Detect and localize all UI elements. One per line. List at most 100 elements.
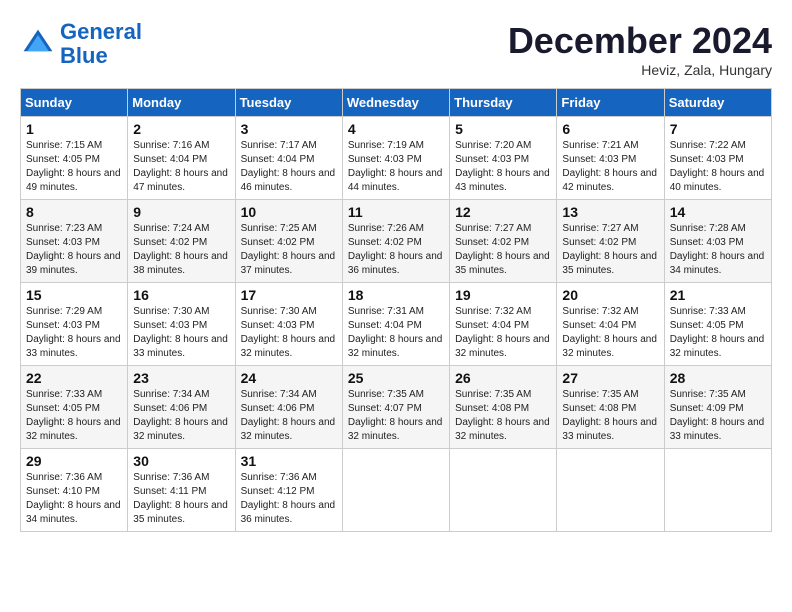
day-info: Sunrise: 7:32 AM Sunset: 4:04 PM Dayligh…	[455, 305, 551, 361]
header-cell-sunday: Sunday	[21, 89, 128, 117]
day-cell: 15Sunrise: 7:29 AM Sunset: 4:03 PM Dayli…	[21, 283, 128, 366]
day-cell: 11 Sunrise: 7:26 AM Sunset: 4:02 PM Dayli…	[342, 200, 449, 283]
day-number: 5	[455, 121, 551, 137]
day-number: 24	[241, 370, 337, 386]
day-cell: 3 Sunrise: 7:17 AM Sunset: 4:04 PM Daylig…	[235, 117, 342, 200]
day-info: Sunrise: 7:32 AM Sunset: 4:04 PM Dayligh…	[562, 305, 658, 361]
day-info: Sunrise: 7:36 AM Sunset: 4:12 PM Dayligh…	[241, 471, 337, 527]
day-cell: 27Sunrise: 7:35 AM Sunset: 4:08 PM Dayli…	[557, 366, 664, 449]
day-number: 22	[26, 370, 122, 386]
logo-icon	[20, 26, 56, 62]
day-number: 20	[562, 287, 658, 303]
day-cell: 31 Sunrise: 7:36 AM Sunset: 4:12 PM Dayli…	[235, 449, 342, 532]
day-cell: 5 Sunrise: 7:20 AM Sunset: 4:03 PM Daylig…	[450, 117, 557, 200]
day-number: 6	[562, 121, 658, 137]
day-info: Sunrise: 7:27 AM Sunset: 4:02 PM Dayligh…	[455, 222, 551, 278]
day-cell: 1 Sunrise: 7:15 AM Sunset: 4:05 PM Daylig…	[21, 117, 128, 200]
day-number: 23	[133, 370, 229, 386]
day-number: 25	[348, 370, 444, 386]
day-number: 8	[26, 204, 122, 220]
day-number: 19	[455, 287, 551, 303]
day-info: Sunrise: 7:35 AM Sunset: 4:07 PM Dayligh…	[348, 388, 444, 444]
logo-line1: General	[60, 19, 142, 44]
day-info: Sunrise: 7:19 AM Sunset: 4:03 PM Dayligh…	[348, 139, 444, 195]
day-info: Sunrise: 7:15 AM Sunset: 4:05 PM Dayligh…	[26, 139, 122, 195]
day-cell: 18Sunrise: 7:31 AM Sunset: 4:04 PM Dayli…	[342, 283, 449, 366]
logo: General Blue	[20, 20, 142, 68]
day-info: Sunrise: 7:28 AM Sunset: 4:03 PM Dayligh…	[670, 222, 766, 278]
day-number: 28	[670, 370, 766, 386]
day-number: 7	[670, 121, 766, 137]
day-info: Sunrise: 7:16 AM Sunset: 4:04 PM Dayligh…	[133, 139, 229, 195]
day-cell: 8 Sunrise: 7:23 AM Sunset: 4:03 PM Daylig…	[21, 200, 128, 283]
day-cell: 6Sunrise: 7:21 AM Sunset: 4:03 PM Daylig…	[557, 117, 664, 200]
day-number: 4	[348, 121, 444, 137]
day-cell: 10Sunrise: 7:25 AM Sunset: 4:02 PM Dayli…	[235, 200, 342, 283]
header-cell-saturday: Saturday	[664, 89, 771, 117]
day-info: Sunrise: 7:33 AM Sunset: 4:05 PM Dayligh…	[26, 388, 122, 444]
logo-line2: Blue	[60, 43, 108, 68]
day-info: Sunrise: 7:34 AM Sunset: 4:06 PM Dayligh…	[241, 388, 337, 444]
header-cell-friday: Friday	[557, 89, 664, 117]
day-cell: 24 Sunrise: 7:34 AM Sunset: 4:06 PM Dayli…	[235, 366, 342, 449]
day-number: 1	[26, 121, 122, 137]
day-info: Sunrise: 7:29 AM Sunset: 4:03 PM Dayligh…	[26, 305, 122, 361]
day-cell: 23 Sunrise: 7:34 AM Sunset: 4:06 PM Dayli…	[128, 366, 235, 449]
day-cell: 21Sunrise: 7:33 AM Sunset: 4:05 PM Dayli…	[664, 283, 771, 366]
day-info: Sunrise: 7:34 AM Sunset: 4:06 PM Dayligh…	[133, 388, 229, 444]
day-number: 16	[133, 287, 229, 303]
day-info: Sunrise: 7:30 AM Sunset: 4:03 PM Dayligh…	[133, 305, 229, 361]
day-cell: 19 Sunrise: 7:32 AM Sunset: 4:04 PM Dayli…	[450, 283, 557, 366]
header-cell-tuesday: Tuesday	[235, 89, 342, 117]
day-number: 26	[455, 370, 551, 386]
day-cell: 29 Sunrise: 7:36 AM Sunset: 4:10 PM Dayli…	[21, 449, 128, 532]
day-number: 2	[133, 121, 229, 137]
day-cell: 30Sunrise: 7:36 AM Sunset: 4:11 PM Dayli…	[128, 449, 235, 532]
day-info: Sunrise: 7:20 AM Sunset: 4:03 PM Dayligh…	[455, 139, 551, 195]
day-number: 3	[241, 121, 337, 137]
day-number: 29	[26, 453, 122, 469]
day-number: 11	[348, 204, 444, 220]
day-cell	[557, 449, 664, 532]
day-cell: 7 Sunrise: 7:22 AM Sunset: 4:03 PM Daylig…	[664, 117, 771, 200]
calendar-header: SundayMondayTuesdayWednesdayThursdayFrid…	[21, 89, 772, 117]
day-info: Sunrise: 7:36 AM Sunset: 4:10 PM Dayligh…	[26, 471, 122, 527]
title-block: December 2024 Heviz, Zala, Hungary	[508, 20, 772, 78]
day-cell: 25 Sunrise: 7:35 AM Sunset: 4:07 PM Dayli…	[342, 366, 449, 449]
header-row: SundayMondayTuesdayWednesdayThursdayFrid…	[21, 89, 772, 117]
header-cell-wednesday: Wednesday	[342, 89, 449, 117]
day-number: 21	[670, 287, 766, 303]
day-cell: 26 Sunrise: 7:35 AM Sunset: 4:08 PM Dayli…	[450, 366, 557, 449]
calendar-body: 1 Sunrise: 7:15 AM Sunset: 4:05 PM Daylig…	[21, 117, 772, 532]
day-number: 18	[348, 287, 444, 303]
day-number: 9	[133, 204, 229, 220]
header-cell-thursday: Thursday	[450, 89, 557, 117]
day-number: 13	[562, 204, 658, 220]
day-number: 17	[241, 287, 337, 303]
day-cell: 12 Sunrise: 7:27 AM Sunset: 4:02 PM Dayli…	[450, 200, 557, 283]
page-header: General Blue December 2024 Heviz, Zala, …	[20, 20, 772, 78]
day-info: Sunrise: 7:27 AM Sunset: 4:02 PM Dayligh…	[562, 222, 658, 278]
day-cell: 2 Sunrise: 7:16 AM Sunset: 4:04 PM Daylig…	[128, 117, 235, 200]
day-info: Sunrise: 7:22 AM Sunset: 4:03 PM Dayligh…	[670, 139, 766, 195]
day-number: 27	[562, 370, 658, 386]
day-cell: 4 Sunrise: 7:19 AM Sunset: 4:03 PM Daylig…	[342, 117, 449, 200]
location: Heviz, Zala, Hungary	[508, 62, 772, 78]
week-row-2: 8 Sunrise: 7:23 AM Sunset: 4:03 PM Daylig…	[21, 200, 772, 283]
week-row-5: 29 Sunrise: 7:36 AM Sunset: 4:10 PM Dayli…	[21, 449, 772, 532]
day-cell: 28Sunrise: 7:35 AM Sunset: 4:09 PM Dayli…	[664, 366, 771, 449]
week-row-4: 22 Sunrise: 7:33 AM Sunset: 4:05 PM Dayli…	[21, 366, 772, 449]
day-info: Sunrise: 7:17 AM Sunset: 4:04 PM Dayligh…	[241, 139, 337, 195]
day-info: Sunrise: 7:35 AM Sunset: 4:08 PM Dayligh…	[455, 388, 551, 444]
day-info: Sunrise: 7:23 AM Sunset: 4:03 PM Dayligh…	[26, 222, 122, 278]
header-cell-monday: Monday	[128, 89, 235, 117]
month-title: December 2024	[508, 20, 772, 62]
day-number: 31	[241, 453, 337, 469]
day-cell: 14Sunrise: 7:28 AM Sunset: 4:03 PM Dayli…	[664, 200, 771, 283]
day-cell: 17 Sunrise: 7:30 AM Sunset: 4:03 PM Dayli…	[235, 283, 342, 366]
day-number: 12	[455, 204, 551, 220]
day-info: Sunrise: 7:30 AM Sunset: 4:03 PM Dayligh…	[241, 305, 337, 361]
day-cell: 16 Sunrise: 7:30 AM Sunset: 4:03 PM Dayli…	[128, 283, 235, 366]
day-cell	[664, 449, 771, 532]
day-info: Sunrise: 7:26 AM Sunset: 4:02 PM Dayligh…	[348, 222, 444, 278]
